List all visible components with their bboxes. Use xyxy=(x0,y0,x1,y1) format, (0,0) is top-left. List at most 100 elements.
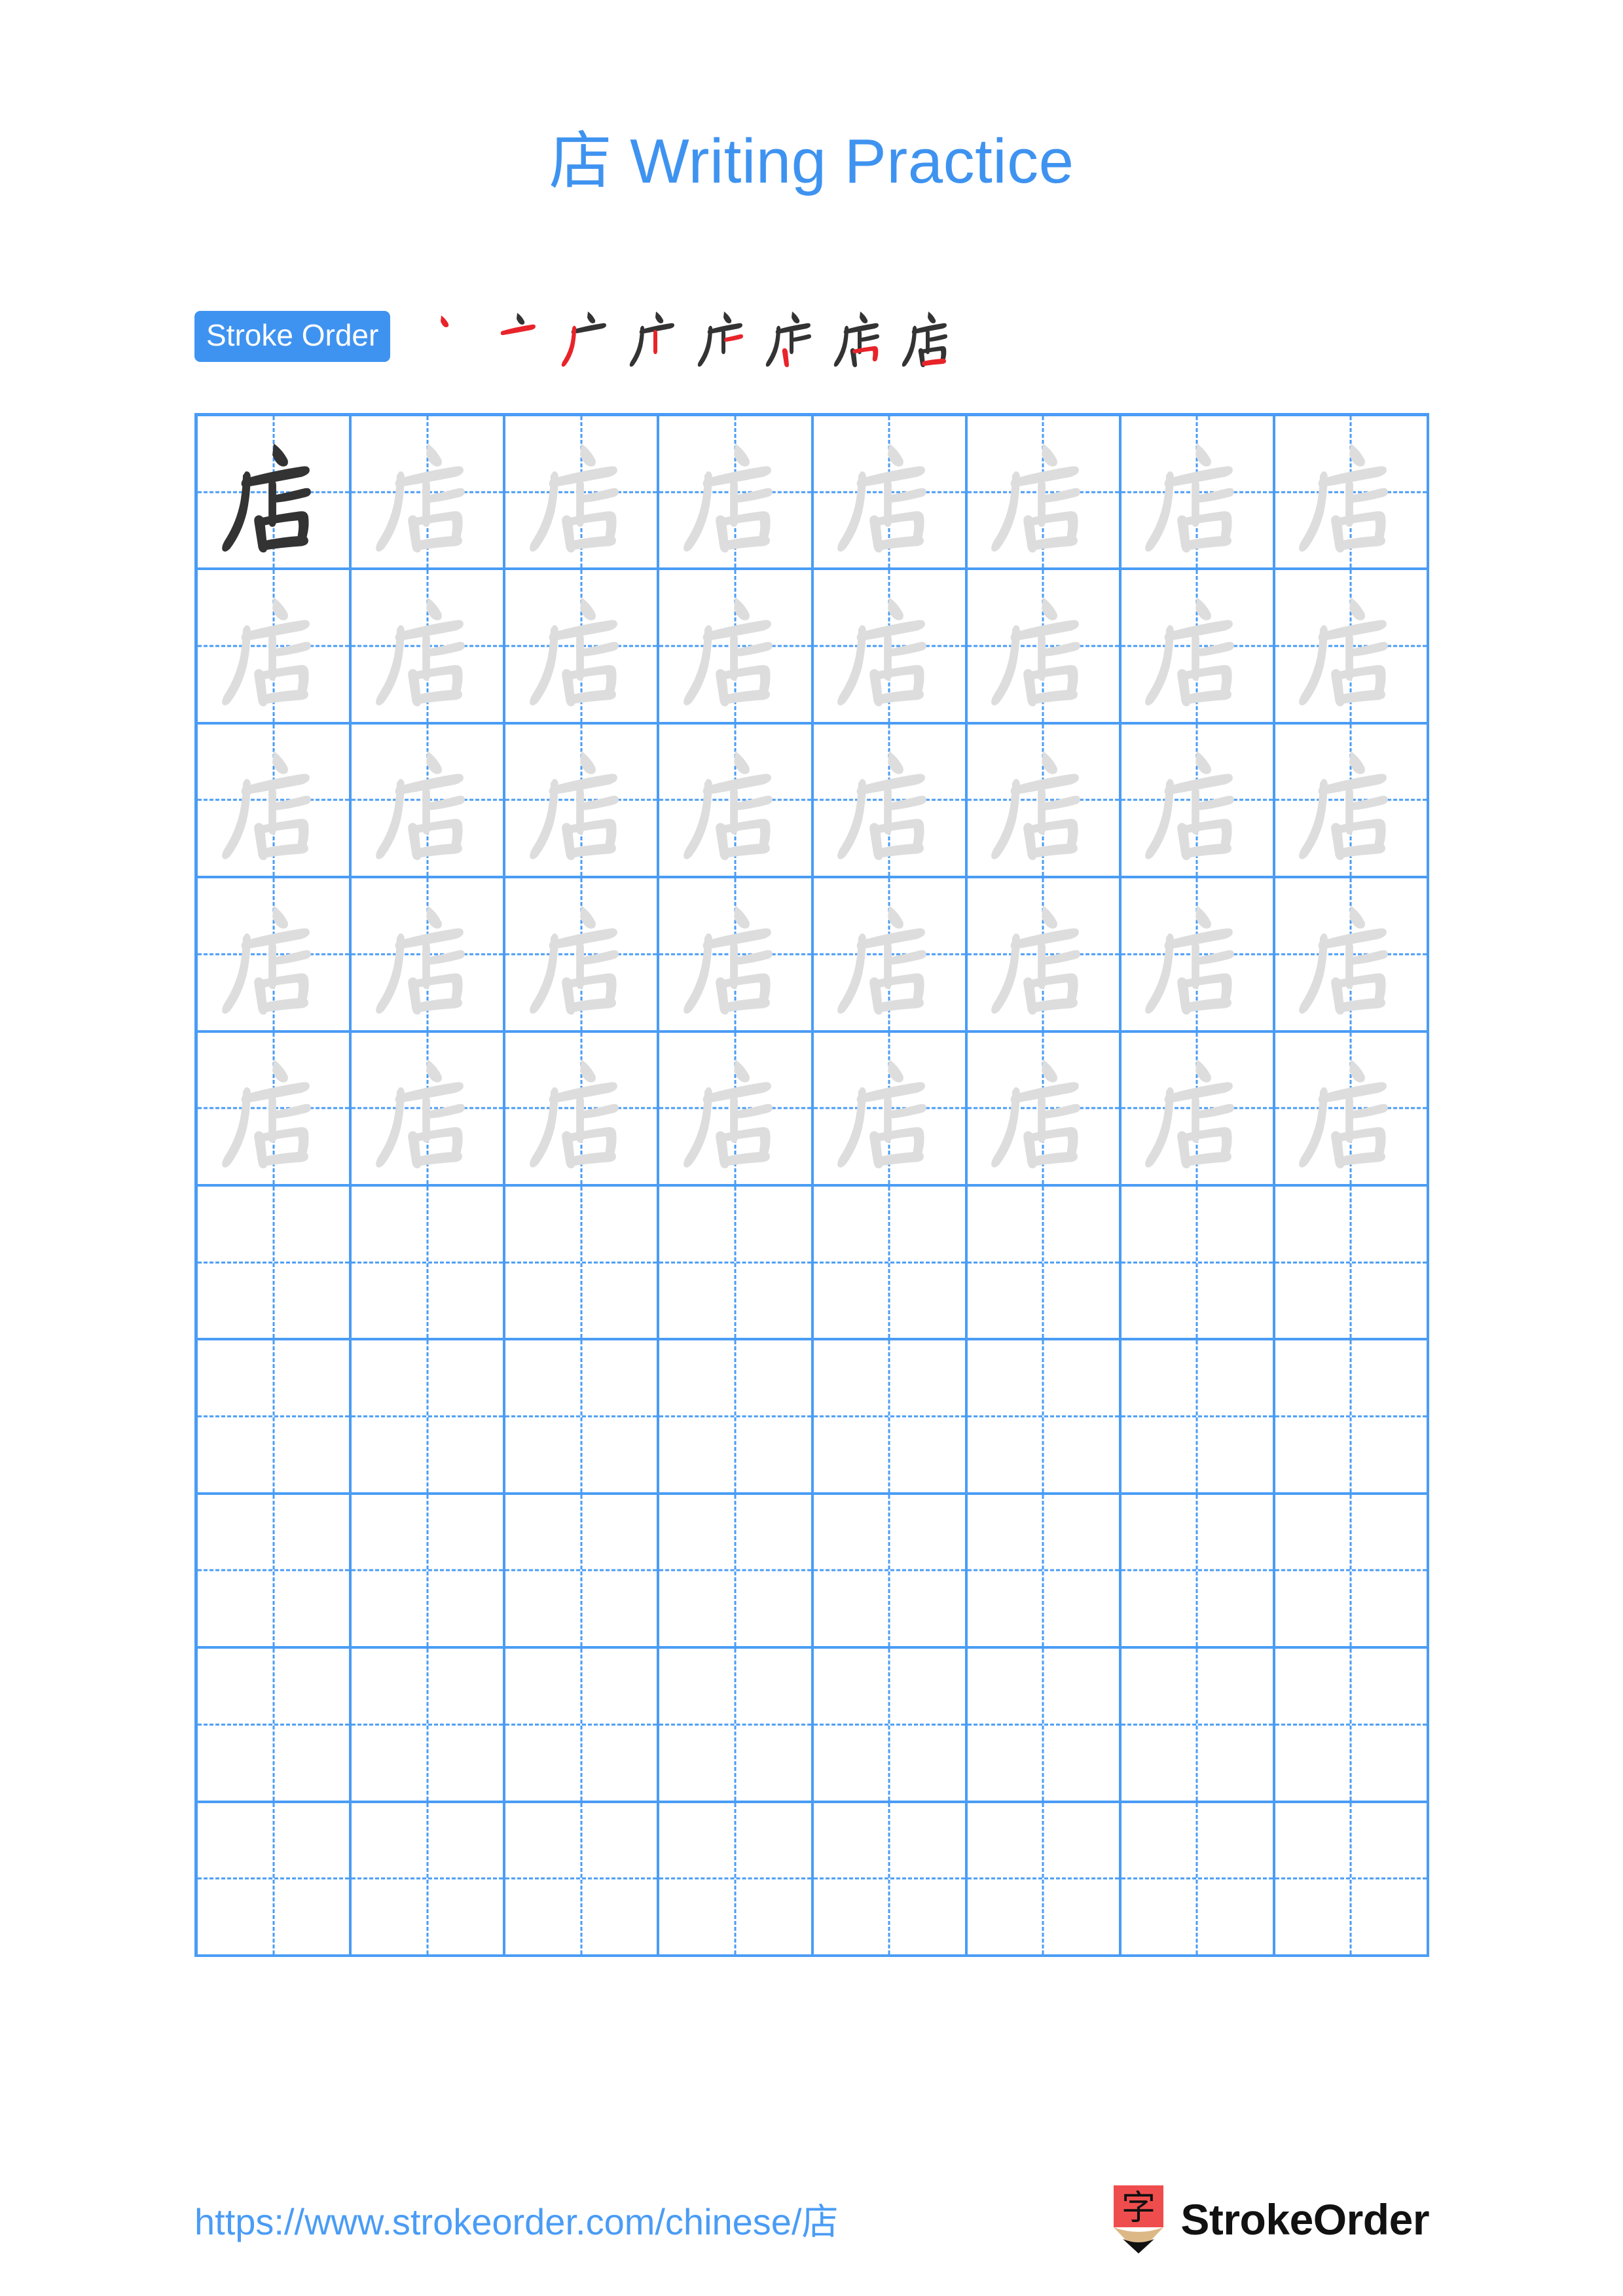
traced-character xyxy=(1275,878,1427,1030)
practice-cell[interactable] xyxy=(352,1340,506,1495)
model-character xyxy=(198,416,349,567)
practice-cell[interactable] xyxy=(198,1803,352,1957)
practice-cell[interactable] xyxy=(659,1186,814,1341)
practice-cell[interactable] xyxy=(505,1340,660,1495)
practice-cell[interactable] xyxy=(352,1803,506,1957)
practice-cell[interactable] xyxy=(198,1032,352,1187)
practice-cell[interactable] xyxy=(198,1494,352,1649)
practice-cell[interactable] xyxy=(659,1803,814,1957)
practice-cell[interactable] xyxy=(505,1803,660,1957)
practice-cell[interactable] xyxy=(967,724,1122,879)
practice-cell[interactable] xyxy=(659,416,814,571)
practice-cell[interactable] xyxy=(352,878,506,1033)
stroke-step-1 xyxy=(419,304,484,369)
practice-cell[interactable] xyxy=(1275,1340,1429,1495)
practice-cell[interactable] xyxy=(813,1803,968,1957)
practice-cell[interactable] xyxy=(1121,878,1275,1033)
practice-cell[interactable] xyxy=(813,1494,968,1649)
practice-cell[interactable] xyxy=(352,1649,506,1803)
practice-cell[interactable] xyxy=(967,1803,1122,1957)
traced-character xyxy=(1275,1033,1427,1184)
practice-cell[interactable] xyxy=(1275,1186,1429,1341)
practice-cell[interactable] xyxy=(352,724,506,879)
traced-character xyxy=(1122,878,1273,1030)
practice-cell[interactable] xyxy=(505,570,660,725)
practice-cell[interactable] xyxy=(967,416,1122,571)
practice-cell[interactable] xyxy=(813,1186,968,1341)
practice-cell[interactable] xyxy=(198,570,352,725)
practice-cell[interactable] xyxy=(813,1340,968,1495)
practice-cell[interactable] xyxy=(967,1340,1122,1495)
practice-cell[interactable] xyxy=(1275,416,1429,571)
practice-cell[interactable] xyxy=(198,416,352,571)
practice-cell[interactable] xyxy=(1121,724,1275,879)
traced-character xyxy=(814,725,965,876)
practice-cell[interactable] xyxy=(659,1649,814,1803)
practice-cell[interactable] xyxy=(967,1186,1122,1341)
stroke-order-badge: Stroke Order xyxy=(194,311,391,362)
practice-cell[interactable] xyxy=(505,724,660,879)
practice-cell[interactable] xyxy=(813,416,968,571)
practice-cell[interactable] xyxy=(1275,1494,1429,1649)
practice-cell[interactable] xyxy=(1275,1649,1429,1803)
practice-cell[interactable] xyxy=(1121,416,1275,571)
practice-cell[interactable] xyxy=(967,1032,1122,1187)
practice-cell[interactable] xyxy=(505,1032,660,1187)
practice-cell[interactable] xyxy=(967,878,1122,1033)
practice-cell[interactable] xyxy=(198,878,352,1033)
practice-cell[interactable] xyxy=(813,878,968,1033)
practice-cell[interactable] xyxy=(352,570,506,725)
stroke-order-steps xyxy=(419,304,964,369)
practice-cell[interactable] xyxy=(505,1649,660,1803)
practice-cell[interactable] xyxy=(659,1032,814,1187)
practice-cell[interactable] xyxy=(198,1649,352,1803)
practice-cell[interactable] xyxy=(198,724,352,879)
traced-character xyxy=(814,1033,965,1184)
traced-character xyxy=(659,1033,811,1184)
practice-cell[interactable] xyxy=(352,1186,506,1341)
practice-cell[interactable] xyxy=(1275,724,1429,879)
practice-cell[interactable] xyxy=(813,724,968,879)
stroke-step-7 xyxy=(828,304,893,369)
practice-cell[interactable] xyxy=(1275,1032,1429,1187)
practice-cell[interactable] xyxy=(813,1649,968,1803)
practice-cell[interactable] xyxy=(659,1494,814,1649)
traced-character xyxy=(659,725,811,876)
practice-cell[interactable] xyxy=(967,570,1122,725)
stroke-step-6 xyxy=(759,304,825,369)
source-url-link[interactable]: https://www.strokeorder.com/chinese/店 xyxy=(194,2193,839,2246)
practice-cell[interactable] xyxy=(659,724,814,879)
pencil-logo-icon: 字 xyxy=(1114,2185,1164,2253)
practice-cell[interactable] xyxy=(505,1494,660,1649)
stroke-step-4 xyxy=(623,304,689,369)
practice-cell[interactable] xyxy=(1121,1649,1275,1803)
practice-cell[interactable] xyxy=(659,570,814,725)
practice-cell[interactable] xyxy=(505,1186,660,1341)
practice-cell[interactable] xyxy=(813,570,968,725)
practice-cell[interactable] xyxy=(659,1340,814,1495)
practice-cell[interactable] xyxy=(198,1340,352,1495)
practice-cell[interactable] xyxy=(1121,1032,1275,1187)
practice-cell[interactable] xyxy=(967,1649,1122,1803)
practice-cell[interactable] xyxy=(505,878,660,1033)
practice-cell[interactable] xyxy=(1275,570,1429,725)
traced-character xyxy=(659,416,811,567)
practice-cell[interactable] xyxy=(352,1032,506,1187)
practice-cell[interactable] xyxy=(1121,1803,1275,1957)
traced-character xyxy=(505,570,657,721)
practice-cell[interactable] xyxy=(352,416,506,571)
practice-cell[interactable] xyxy=(1121,570,1275,725)
practice-cell[interactable] xyxy=(967,1494,1122,1649)
practice-cell[interactable] xyxy=(1121,1340,1275,1495)
practice-cell[interactable] xyxy=(813,1032,968,1187)
practice-cell[interactable] xyxy=(1121,1186,1275,1341)
practice-cell[interactable] xyxy=(198,1186,352,1341)
practice-cell[interactable] xyxy=(505,416,660,571)
traced-character xyxy=(1122,1033,1273,1184)
practice-cell[interactable] xyxy=(352,1494,506,1649)
practice-cell[interactable] xyxy=(1275,1803,1429,1957)
practice-cell[interactable] xyxy=(659,878,814,1033)
practice-cell[interactable] xyxy=(1121,1494,1275,1649)
practice-cell[interactable] xyxy=(1275,878,1429,1033)
stroke-step-5 xyxy=(691,304,757,369)
